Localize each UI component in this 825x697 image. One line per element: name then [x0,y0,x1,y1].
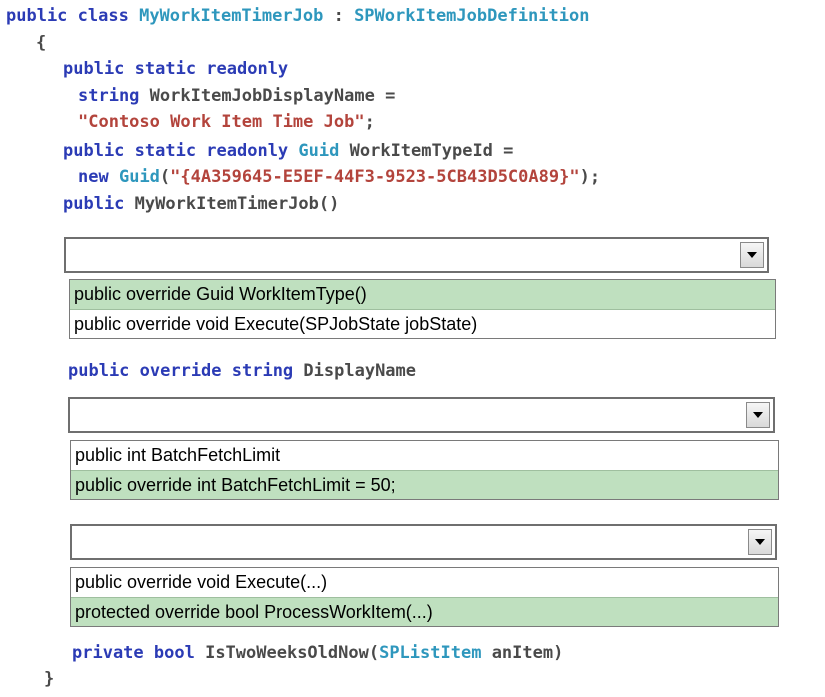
type-id-value-line: new Guid("{4A359645-E5EF-44F3-9523-5CB43… [78,166,600,188]
dropdown-1-option-2[interactable]: public override void Execute(SPJobState … [70,309,775,338]
dropdown-2-toggle-button[interactable] [746,402,770,428]
display-name-property-line: public override string DisplayName [68,360,416,382]
open-brace: { [36,33,47,53]
dropdown-1-options: public override Guid WorkItemType() publ… [69,279,776,339]
dropdown-3-toggle-button[interactable] [748,529,772,555]
new-keyword: new [78,167,109,187]
dropdown-1-toggle-button[interactable] [740,242,764,268]
semicolon: ; [364,112,375,132]
class-declaration-line: public class MyWorkItemTimerJob : SPWork… [6,5,589,27]
colon: : [333,6,344,26]
base-class-name: SPWorkItemJobDefinition [354,6,590,26]
string-type-keyword: string [78,86,140,106]
guid-constructor: Guid [118,167,160,187]
chevron-down-icon [755,539,765,545]
dropdown-1-selected-value [66,239,767,268]
class-name: MyWorkItemTimerJob [139,6,324,26]
display-name-value-line: "Contoso Work Item Time Job"; [78,111,375,133]
modifier-keywords: public static readonly [63,141,289,161]
parameter-name: anItem) [491,643,564,663]
constructor-name: MyWorkItemTimerJob() [134,194,340,214]
method-modifier-keywords: private bool [72,643,195,663]
parameter-type: SPListItem [379,643,482,663]
is-two-weeks-old-method-line: private bool IsTwoWeeksOldNow(SPListItem… [72,642,563,664]
display-name-string: "Contoso Work Item Time Job" [78,112,365,132]
constructor-line: public MyWorkItemTimerJob() [63,193,339,215]
dropdown-2-option-1[interactable]: public int BatchFetchLimit [71,441,778,470]
property-name: DisplayName [303,361,417,381]
dropdown-3-option-2[interactable]: protected override bool ProcessWorkItem(… [71,597,778,626]
field-name: WorkItemJobDisplayName = [149,86,396,106]
dropdown-2-option-2[interactable]: public override int BatchFetchLimit = 50… [71,470,778,499]
dropdown-3-option-1[interactable]: public override void Execute(...) [71,568,778,597]
dropdown-1-option-1[interactable]: public override Guid WorkItemType() [70,280,775,309]
method-name: IsTwoWeeksOldNow( [205,643,380,663]
close-paren-semicolon: ); [579,167,601,187]
code-question-canvas: public class MyWorkItemTimerJob : SPWork… [0,0,825,697]
modifier-keywords: public static readonly [63,59,289,79]
property-modifier-keywords: public override string [68,361,294,381]
guid-string: "{4A359645-E5EF-44F3-9523-5CB43D5C0A89}" [170,167,580,187]
dropdown-3-selected-value [72,526,775,555]
open-paren: ( [159,167,171,187]
answer-dropdown-1[interactable] [64,237,769,273]
display-name-modifiers-line: public static readonly [63,58,288,80]
display-name-field-line: string WorkItemJobDisplayName = [78,85,395,107]
chevron-down-icon [753,412,763,418]
answer-dropdown-2[interactable] [68,397,775,433]
chevron-down-icon [747,252,757,258]
guid-type: Guid [298,141,340,161]
dropdown-2-selected-value [70,399,773,428]
close-brace: } [44,669,55,689]
dropdown-3-options: public override void Execute(...) protec… [70,567,779,627]
dropdown-2-options: public int BatchFetchLimit public overri… [70,440,779,500]
type-id-field-name: WorkItemTypeId = [349,141,514,161]
answer-dropdown-3[interactable] [70,524,777,560]
class-keyword: public class [6,6,129,26]
type-id-field-line: public static readonly Guid WorkItemType… [63,140,513,162]
public-keyword: public [63,194,125,214]
